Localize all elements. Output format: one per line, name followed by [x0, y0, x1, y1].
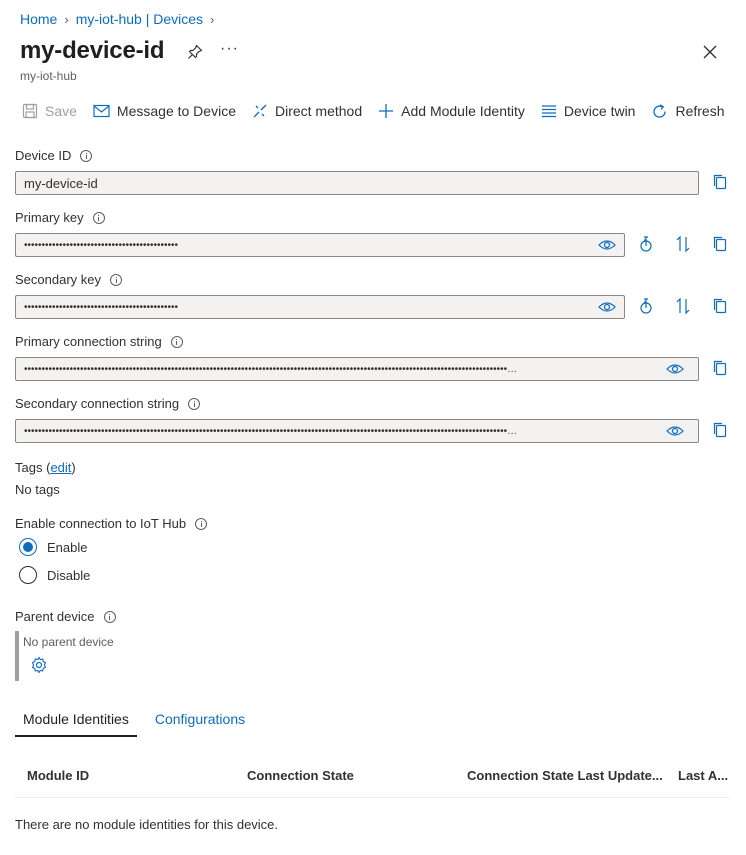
parent-device-label: Parent device [15, 609, 116, 624]
device-twin-label: Device twin [563, 103, 636, 119]
refresh-label: Refresh [675, 103, 725, 119]
tab-module-identities[interactable]: Module Identities [15, 705, 137, 737]
refresh-icon [653, 103, 667, 118]
tags-paren-close: ) [71, 460, 76, 475]
secondary-key-label: Secondary key [15, 272, 122, 287]
tab-list: Module Identities Configurations [15, 705, 253, 737]
pin-icon[interactable] [186, 43, 204, 61]
tab-configurations[interactable]: Configurations [147, 705, 253, 737]
save-button[interactable]: Save [14, 98, 85, 124]
enable-connection-label-text: Enable connection to IoT Hub [15, 516, 187, 531]
parent-device-label-text: Parent device [15, 609, 95, 624]
copy-icon[interactable] [711, 173, 729, 191]
radio-selected-icon [19, 538, 37, 556]
tags-value: No tags [15, 482, 60, 497]
info-icon[interactable] [188, 397, 201, 410]
info-icon[interactable] [195, 517, 208, 530]
close-icon[interactable] [700, 42, 720, 62]
info-icon[interactable] [92, 211, 105, 224]
secondary-key-label-text: Secondary key [15, 272, 101, 287]
regenerate-key-icon[interactable] [637, 297, 655, 315]
direct-method-icon [253, 104, 267, 118]
direct-method-label: Direct method [274, 103, 363, 119]
envelope-icon [93, 104, 110, 118]
primary-key-label: Primary key [15, 210, 105, 225]
device-id-field[interactable]: my-device-id [15, 171, 699, 195]
parent-device-bar [15, 631, 19, 681]
device-id-value: my-device-id [24, 175, 98, 191]
enable-connection-label: Enable connection to IoT Hub [15, 516, 208, 531]
secondary-key-value: ••••••••••••••••••••••••••••••••••••••••… [24, 301, 179, 313]
module-identities-table-header: Module ID Connection State Connection St… [15, 756, 730, 798]
primary-connection-string-label: Primary connection string [15, 334, 183, 349]
regenerate-key-icon[interactable] [637, 235, 655, 253]
copy-icon[interactable] [711, 359, 729, 377]
secondary-conn-value: ••••••••••••••••••••••••••••••••••••••••… [24, 425, 518, 437]
eye-icon[interactable] [598, 239, 616, 251]
page-title: my-device-id [20, 37, 165, 64]
direct-method-button[interactable]: Direct method [244, 98, 370, 124]
page-subtitle: my-iot-hub [20, 69, 77, 83]
column-connection-state[interactable]: Connection State [247, 768, 354, 783]
device-id-label: Device ID [15, 148, 93, 163]
column-connection-state-last-update[interactable]: Connection State Last Update... [467, 768, 663, 783]
tags-label-text: Tags [15, 460, 43, 475]
breadcrumb-home[interactable]: Home [20, 11, 57, 27]
add-module-label: Add Module Identity [401, 103, 525, 119]
disable-radio-label: Disable [47, 567, 91, 583]
secondary-connection-string-label: Secondary connection string [15, 396, 201, 411]
column-last-activity[interactable]: Last A... [678, 768, 728, 783]
primary-connection-string-field[interactable]: ••••••••••••••••••••••••••••••••••••••••… [15, 357, 699, 381]
secondary-conn-label-text: Secondary connection string [15, 396, 180, 411]
save-icon [22, 103, 38, 119]
message-label: Message to Device [116, 103, 236, 119]
info-icon[interactable] [110, 273, 122, 286]
swap-keys-icon[interactable] [674, 297, 692, 315]
empty-table-message: There are no module identities for this … [15, 817, 279, 832]
secondary-key-field[interactable]: ••••••••••••••••••••••••••••••••••••••••… [15, 295, 625, 319]
enable-radio-label: Enable [47, 539, 88, 555]
save-label: Save [45, 103, 77, 119]
plus-icon [379, 104, 394, 118]
chevron-right-icon: › [64, 11, 69, 27]
eye-icon[interactable] [666, 425, 684, 437]
primary-key-value: ••••••••••••••••••••••••••••••••••••••••… [24, 239, 179, 251]
chevron-right-icon: › [210, 11, 215, 27]
disable-radio[interactable]: Disable [19, 566, 90, 584]
tags-label: Tags (edit) [15, 460, 76, 475]
device-id-label-text: Device ID [15, 148, 72, 163]
secondary-connection-string-field[interactable]: ••••••••••••••••••••••••••••••••••••••••… [15, 419, 699, 443]
breadcrumb: Home › my-iot-hub | Devices › [20, 10, 221, 28]
info-icon[interactable] [80, 149, 93, 162]
info-icon[interactable] [170, 335, 183, 348]
refresh-button[interactable]: Refresh [643, 98, 732, 124]
copy-icon[interactable] [711, 235, 729, 253]
info-icon[interactable] [103, 610, 116, 623]
radio-unselected-icon [19, 566, 37, 584]
primary-conn-label-text: Primary connection string [15, 334, 162, 349]
edit-tags-link[interactable]: edit [50, 460, 71, 475]
eye-icon[interactable] [598, 301, 616, 313]
enable-radio[interactable]: Enable [19, 538, 87, 556]
primary-conn-value: ••••••••••••••••••••••••••••••••••••••••… [24, 363, 518, 375]
list-icon [541, 105, 556, 118]
device-twin-button[interactable]: Device twin [533, 98, 644, 124]
primary-key-label-text: Primary key [15, 210, 84, 225]
more-options-icon[interactable]: ··· [220, 40, 239, 58]
breadcrumb-hub-devices[interactable]: my-iot-hub | Devices [76, 11, 203, 27]
column-module-id[interactable]: Module ID [27, 768, 89, 783]
swap-keys-icon[interactable] [674, 235, 692, 253]
copy-icon[interactable] [711, 421, 729, 439]
copy-icon[interactable] [711, 297, 729, 315]
add-module-identity-button[interactable]: Add Module Identity [370, 98, 533, 124]
gear-icon[interactable] [30, 656, 48, 674]
parent-device-value: No parent device [23, 635, 114, 649]
command-bar: Save Message to Device Direct method Add… [14, 98, 733, 124]
eye-icon[interactable] [666, 363, 684, 375]
primary-key-field[interactable]: ••••••••••••••••••••••••••••••••••••••••… [15, 233, 625, 257]
message-to-device-button[interactable]: Message to Device [85, 98, 244, 124]
